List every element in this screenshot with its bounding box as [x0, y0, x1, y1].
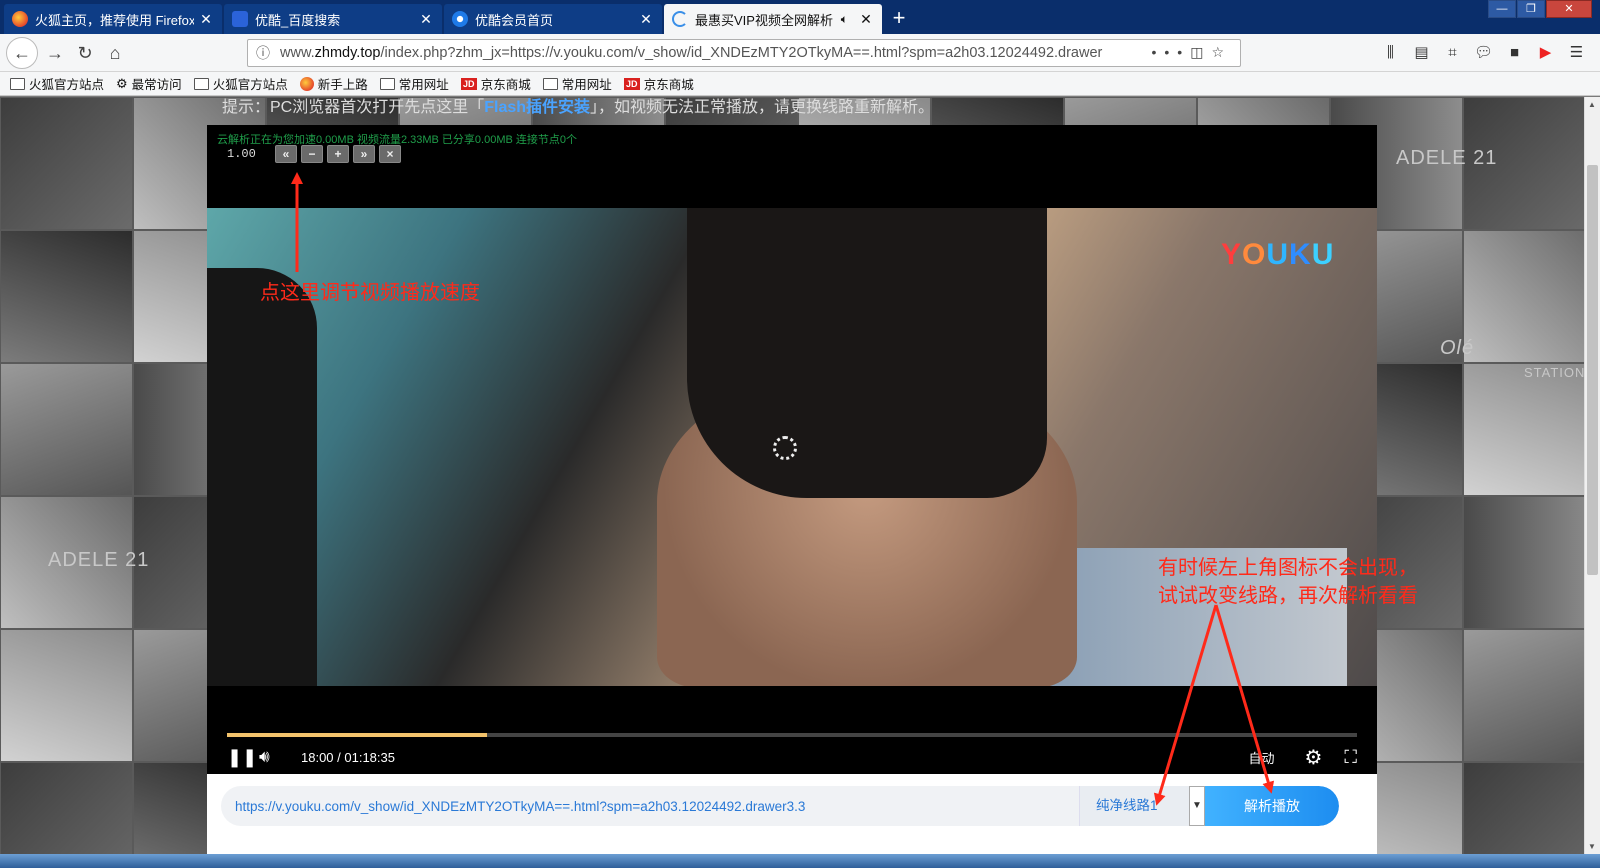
tab-vip-parser[interactable]: 最惠买VIP视频全网解析 🔈︎ ✕	[664, 4, 882, 34]
address-bar[interactable]: ⓘ www.zhmdy.top/index.php?zhm_jx=https:/…	[247, 38, 1241, 67]
restore-button[interactable]: ❐	[1517, 0, 1545, 18]
reload-button[interactable]: ↻	[70, 38, 100, 68]
new-tab-button[interactable]: +	[884, 4, 914, 34]
sidebar-icon[interactable]: ▤	[1406, 38, 1437, 68]
close-tab-icon[interactable]: ✕	[638, 11, 654, 28]
parse-bar: https://v.youku.com/v_show/id_XNDEzMTY2O…	[207, 774, 1377, 854]
gear-icon[interactable]: ⚙	[1304, 745, 1322, 770]
bookmark-item[interactable]: 火狐官方站点	[10, 74, 104, 93]
speed-faster-button[interactable]: »	[353, 145, 375, 163]
tab-title: 最惠买VIP视频全网解析	[695, 12, 833, 28]
album-label: STATION	[1524, 365, 1584, 380]
album-label: ADELE 21	[48, 549, 150, 571]
speed-control: 1.00 « − + » ×	[227, 145, 405, 163]
baidu-icon	[232, 11, 248, 27]
quality-selector[interactable]: 自动	[1248, 748, 1274, 767]
loading-spinner-icon	[773, 436, 797, 460]
firefox-icon	[12, 11, 28, 27]
page-scrollbar[interactable]: ▲ ▼	[1584, 97, 1600, 854]
bookmark-item[interactable]: 常用网址	[542, 74, 612, 93]
pause-icon[interactable]: ❚❚	[227, 747, 259, 768]
chat-icon[interactable]: 💬︎	[1468, 38, 1499, 68]
back-button[interactable]: ←	[6, 36, 38, 69]
route-annotation-line-2: 试试改变线路，再次解析看看	[1158, 585, 1418, 607]
jd-icon: JD	[460, 77, 477, 90]
loading-icon	[672, 11, 688, 27]
speed-slower-button[interactable]: «	[275, 145, 297, 163]
bookmark-item[interactable]: JD 京东商城	[623, 74, 694, 93]
speed-close-button[interactable]: ×	[379, 145, 401, 163]
toolbar-extensions: ⫼ ▤ ⌗ 💬︎ ■ ▶ ☰	[1375, 38, 1592, 68]
youku-icon	[452, 11, 468, 27]
speed-value: 1.00	[227, 147, 256, 161]
video-player[interactable]: YOUKU 云解析正在为您加速0.00MB 视频流量2.33MB 已分享0.00…	[207, 125, 1377, 774]
window-controls: — ❐ ✕	[1487, 0, 1592, 20]
pocket-icon[interactable]: ◫	[1190, 44, 1211, 60]
chevron-down-icon[interactable]: ▼	[1189, 786, 1205, 826]
firefox-icon	[299, 76, 314, 91]
close-tab-icon[interactable]: ✕	[198, 11, 214, 28]
bookmarks-toolbar: 火狐官方站点 ⚙ 最常访问 火狐官方站点 新手上路 常用网址 JD 京东商城 常用网…	[0, 72, 1600, 96]
tab-strip: 火狐主页，推荐使用 Firefox 火 ✕ 优酷_百度搜索 ✕ 优酷会员首页 ✕…	[0, 0, 1600, 34]
folder-icon	[10, 77, 25, 90]
folder-icon	[542, 77, 558, 90]
navigation-toolbar: ← → ↻ ⌂ ⓘ www.zhmdy.top/index.php?zhm_jx…	[0, 34, 1600, 72]
home-button[interactable]: ⌂	[100, 38, 130, 68]
jd-icon: JD	[623, 77, 640, 90]
progress-bar[interactable]	[227, 733, 1357, 737]
folder-icon	[193, 77, 209, 90]
site-info-icon[interactable]: ⓘ	[256, 43, 270, 63]
parse-play-button[interactable]: 解析播放	[1205, 786, 1339, 826]
tab-title: 火狐主页，推荐使用 Firefox 火	[35, 12, 194, 28]
folder-icon	[379, 77, 395, 90]
parse-form: https://v.youku.com/v_show/id_XNDEzMTY2O…	[221, 786, 1339, 826]
forward-button[interactable]: →	[40, 38, 70, 68]
video-url-input[interactable]: https://v.youku.com/v_show/id_XNDEzMTY2O…	[221, 799, 1079, 814]
minimize-button[interactable]: —	[1488, 0, 1516, 18]
tab-title: 优酷_百度搜索	[255, 12, 341, 28]
bookmark-item[interactable]: 常用网址	[379, 74, 449, 93]
extension-icon[interactable]: ■	[1499, 38, 1530, 68]
playback-time: 18:00 / 01:18:35	[301, 749, 395, 765]
video-download-icon[interactable]: ▶	[1530, 38, 1561, 68]
progress-fill	[227, 733, 487, 737]
bookmark-item[interactable]: 火狐官方站点	[193, 74, 288, 93]
fullscreen-icon[interactable]: ⛶	[1344, 747, 1357, 768]
screenshot-icon[interactable]: ⌗	[1437, 38, 1468, 68]
route-annotation-line-1: 有时候左上角图标不会出现，	[1158, 557, 1418, 579]
player-controls: ❚❚ 🔊︎ 18:00 / 01:18:35 自动 ⚙ ⛶	[227, 743, 1357, 771]
tab-youku-vip[interactable]: 优酷会员首页 ✕	[444, 4, 662, 34]
flash-install-link[interactable]: Flash插件安装	[484, 99, 590, 116]
speaker-icon[interactable]: 🔈︎	[841, 12, 848, 27]
flash-hint: 提示：PC浏览器首次打开先点这里「Flash插件安装」，如视频无法正常播放，请更…	[222, 99, 935, 116]
bookmark-item[interactable]: 新手上路	[299, 74, 368, 93]
url-text[interactable]: www.zhmdy.top/index.php?zhm_jx=https://v…	[280, 45, 1143, 61]
page-content: ADELE 21 ADELE 21 Olé STATION 提示：PC浏览器首次…	[0, 97, 1584, 854]
scrollbar-thumb[interactable]	[1587, 165, 1598, 575]
speed-increase-button[interactable]: +	[327, 145, 349, 163]
bookmark-item[interactable]: JD 京东商城	[460, 74, 531, 93]
line-select[interactable]: 纯净线路1	[1079, 786, 1189, 826]
close-tab-icon[interactable]: ✕	[858, 11, 874, 28]
bookmark-item[interactable]: ⚙ 最常访问	[116, 74, 182, 93]
library-icon[interactable]: ⫼	[1375, 38, 1406, 68]
album-label: ADELE 21	[1396, 147, 1498, 169]
gear-icon: ⚙	[116, 75, 128, 91]
youku-watermark: YOUKU	[1221, 238, 1335, 271]
page-actions-icon[interactable]: •••	[1151, 44, 1190, 60]
os-taskbar	[0, 854, 1600, 868]
close-window-button[interactable]: ✕	[1546, 0, 1592, 18]
speed-decrease-button[interactable]: −	[301, 145, 323, 163]
tab-baidu-search[interactable]: 优酷_百度搜索 ✕	[224, 4, 442, 34]
speed-annotation: 点这里调节视频播放速度	[260, 282, 480, 304]
tab-title: 优酷会员首页	[475, 12, 554, 28]
tab-firefox-home[interactable]: 火狐主页，推荐使用 Firefox 火 ✕	[4, 4, 222, 34]
close-tab-icon[interactable]: ✕	[418, 11, 434, 28]
menu-icon[interactable]: ☰	[1561, 38, 1592, 68]
album-label: Olé	[1440, 337, 1475, 359]
bookmark-star-icon[interactable]: ☆	[1211, 44, 1232, 60]
volume-icon[interactable]: 🔊︎	[259, 747, 301, 767]
